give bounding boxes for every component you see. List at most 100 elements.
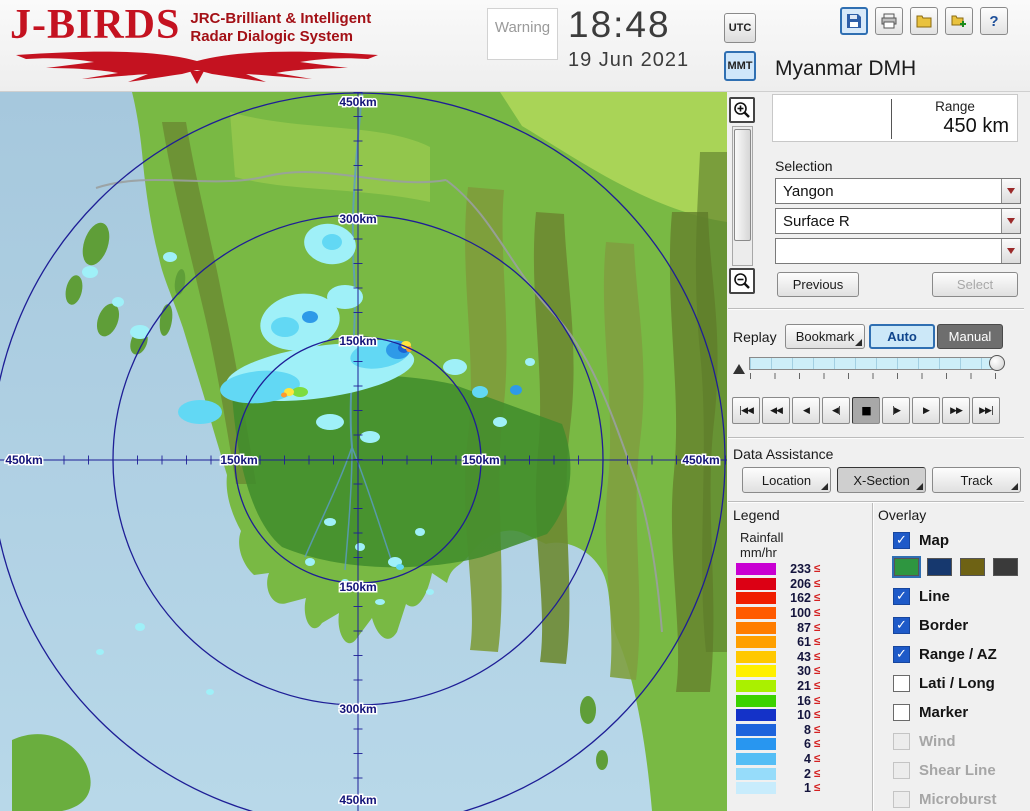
overlay-item-line[interactable]: ✓ Line <box>893 585 1028 607</box>
save-button[interactable] <box>840 7 868 35</box>
overlay-item-border[interactable]: ✓ Border <box>893 614 1028 636</box>
legend-operator: ≤ <box>814 782 821 795</box>
legend-row: 162 ≤ <box>736 591 820 606</box>
data-assistance-label: Data Assistance <box>733 446 834 462</box>
stop-button[interactable]: ■ <box>852 397 880 424</box>
xsection-button[interactable]: X-Section <box>837 467 926 493</box>
legend-row: 30 ≤ <box>736 664 820 678</box>
replay-slider-track[interactable] <box>749 357 995 370</box>
legend-value: 10 <box>797 708 811 723</box>
utc-button[interactable]: UTC <box>724 13 756 43</box>
map-palette-swatch[interactable] <box>993 558 1018 576</box>
unchecked-checkbox[interactable] <box>893 761 910 779</box>
track-button[interactable]: Track <box>932 467 1021 493</box>
map-palette-swatch[interactable] <box>892 556 921 578</box>
chevron-down-icon[interactable] <box>1001 209 1020 233</box>
radar-display[interactable]: 450km 300km 150km 150km 300km 450km 450km 150km… <box>0 91 727 811</box>
print-button[interactable] <box>875 7 903 35</box>
range-label: 450km <box>339 793 376 807</box>
checked-checkbox[interactable]: ✓ <box>893 587 910 605</box>
fast-forward-button[interactable]: ▶▶ <box>942 397 970 424</box>
select-button[interactable]: Select <box>932 272 1018 297</box>
fast-rewind-button[interactable]: ◀◀ <box>762 397 790 424</box>
legend-operator: ≤ <box>814 753 821 766</box>
overlay-label: Lati / Long <box>919 674 995 692</box>
overlay-item-shear-line[interactable]: Shear Line <box>893 759 1028 781</box>
legend-value: 87 <box>797 620 811 635</box>
legend-value: 16 <box>797 693 811 708</box>
legend-value: 4 <box>804 752 811 767</box>
step-back-button[interactable]: ◀| <box>822 397 850 424</box>
legend-unit-1: Rainfall <box>740 530 784 545</box>
logo-subtitle-1: JRC-Brilliant & Intelligent <box>190 10 372 27</box>
legend-operator: ≤ <box>814 577 821 590</box>
previous-button[interactable]: Previous <box>777 272 859 297</box>
map-palette-swatch[interactable] <box>927 558 952 576</box>
legend-operator: ≤ <box>814 563 821 576</box>
play-reverse-button[interactable]: ◀ <box>792 397 820 424</box>
checked-checkbox[interactable]: ✓ <box>893 645 910 663</box>
overlay-item-marker[interactable]: Marker <box>893 701 1028 723</box>
export-button[interactable] <box>945 7 973 35</box>
overlay-item-lati-long[interactable]: Lati / Long <box>893 672 1028 694</box>
separator <box>728 437 1024 439</box>
range-label: 450km <box>339 95 376 109</box>
legend-operator: ≤ <box>814 767 821 780</box>
zoom-scrollbar[interactable] <box>732 126 753 266</box>
unchecked-checkbox[interactable] <box>893 790 910 808</box>
jump-start-button[interactable]: |◀◀ <box>732 397 760 424</box>
overlay-item-microburst[interactable]: Microburst <box>893 788 1028 810</box>
range-divider <box>891 99 892 139</box>
open-folder-button[interactable] <box>910 7 938 35</box>
legend-swatch <box>736 753 776 766</box>
unchecked-checkbox[interactable] <box>893 703 910 721</box>
checked-checkbox[interactable]: ✓ <box>893 531 910 549</box>
range-label: 300km <box>339 702 376 716</box>
product-dropdown[interactable]: Surface R <box>775 208 1021 234</box>
chevron-down-icon[interactable] <box>1001 179 1020 203</box>
bookmark-button[interactable]: Bookmark <box>785 324 865 349</box>
playback-controls: |◀◀ ◀◀ ◀ ◀| ■ |▶ ▶ ▶▶ ▶▶| <box>732 397 1000 424</box>
legend-operator: ≤ <box>814 636 821 649</box>
auto-button[interactable]: Auto <box>869 324 935 349</box>
site-dropdown-value: Yangon <box>783 182 834 200</box>
legend-value: 100 <box>790 606 811 621</box>
jbirds-app: J-BIRDS JRC-Brilliant & Intelligent Rada… <box>0 0 1030 811</box>
zoom-out-button[interactable] <box>729 268 755 294</box>
unchecked-checkbox[interactable] <box>893 732 910 750</box>
overlay-list: ✓ Map ✓ Line ✓ Border ✓ Range / AZ Lati / Long Ma… <box>892 529 1028 811</box>
unchecked-checkbox[interactable] <box>893 674 910 692</box>
zoom-in-button[interactable] <box>729 97 755 123</box>
help-button[interactable]: ? <box>980 7 1008 35</box>
map-palette-swatch[interactable] <box>960 558 985 576</box>
legend-row: 43 ≤ <box>736 650 820 664</box>
legend-value: 61 <box>797 635 811 650</box>
site-dropdown[interactable]: Yangon <box>775 178 1021 204</box>
mmt-button[interactable]: MMT <box>724 51 756 81</box>
manual-button[interactable]: Manual <box>937 324 1003 349</box>
step-forward-button[interactable]: |▶ <box>882 397 910 424</box>
warning-label: Warning <box>494 19 551 36</box>
legend-swatch <box>736 709 776 722</box>
replay-slider-thumb[interactable] <box>989 355 1005 371</box>
extra-dropdown[interactable] <box>775 238 1021 264</box>
legend-value: 162 <box>790 591 811 606</box>
range-label: 150km <box>339 580 376 594</box>
chevron-down-icon[interactable] <box>1001 239 1020 263</box>
logo-subtitle-2: Radar Dialogic System <box>190 28 353 45</box>
legend-swatch <box>736 592 776 605</box>
play-button[interactable]: ▶ <box>912 397 940 424</box>
radar-map-svg: 450km 300km 150km 150km 300km 450km 450km 150km… <box>0 91 727 811</box>
overlay-item-wind[interactable]: Wind <box>893 730 1028 752</box>
replay-slider-start-marker[interactable] <box>733 364 745 374</box>
legend-rows: 233 ≤206 ≤162 ≤100 ≤87 ≤61 ≤43 ≤30 ≤21 ≤16 ≤10 ≤8 ≤6… <box>736 562 821 797</box>
jump-end-button[interactable]: ▶▶| <box>972 397 1000 424</box>
zoom-in-icon <box>734 102 750 118</box>
checked-checkbox[interactable]: ✓ <box>893 616 910 634</box>
overlay-item-range-az[interactable]: ✓ Range / AZ <box>893 643 1028 665</box>
open-folder-icon <box>916 15 932 28</box>
overlay-item-map[interactable]: ✓ Map <box>893 529 1028 551</box>
legend-value: 206 <box>790 576 811 591</box>
zoom-scrollbar-thumb[interactable] <box>734 129 751 241</box>
location-button[interactable]: Location <box>742 467 831 493</box>
